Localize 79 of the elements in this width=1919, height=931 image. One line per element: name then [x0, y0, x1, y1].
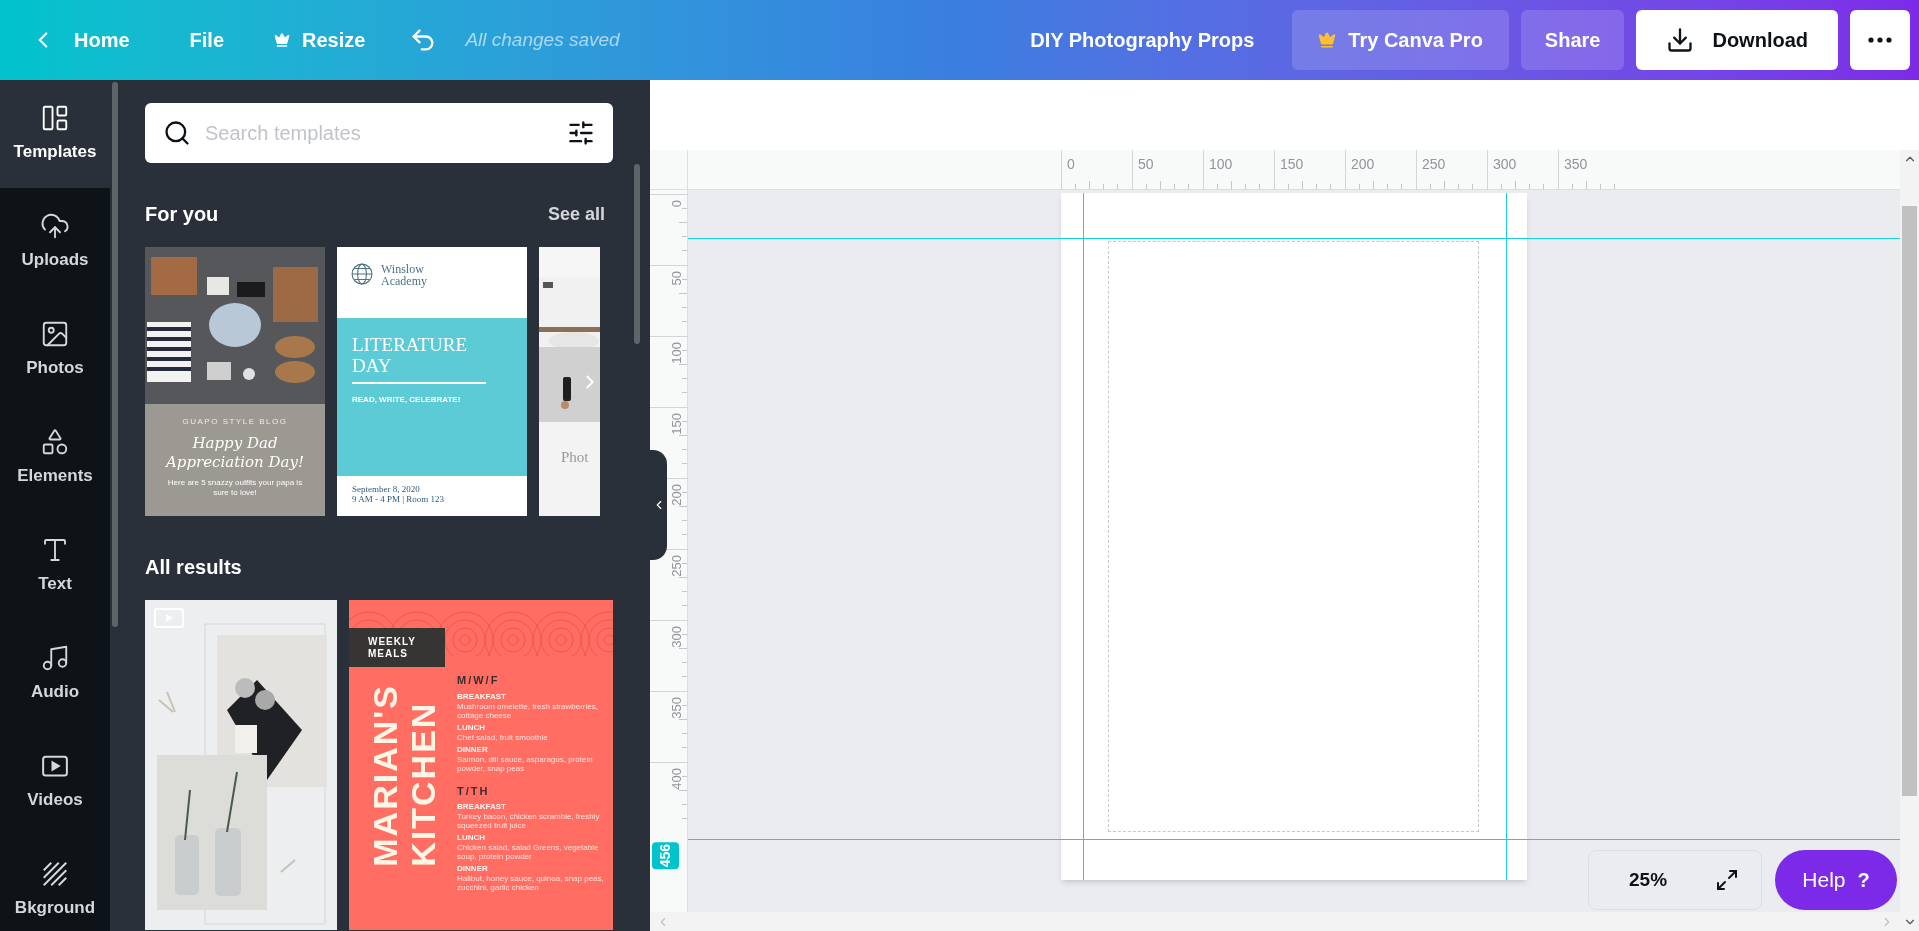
section-title: For you — [145, 202, 219, 227]
globe-icon — [351, 263, 373, 285]
horizontal-scrollbar[interactable] — [650, 912, 1900, 931]
ruler-label: 250 — [669, 555, 684, 577]
ruler-label: 150 — [1280, 155, 1304, 174]
ruler-label: 350 — [1564, 155, 1588, 174]
section-title: All results — [145, 555, 243, 580]
sidebar-item[interactable]: Videos — [0, 728, 110, 836]
expand-icon[interactable] — [1715, 868, 1739, 892]
template-tagline: GUAPO STYLE BLOG — [182, 416, 288, 428]
share-button[interactable]: Share — [1520, 10, 1625, 70]
ruler-label: 200 — [669, 484, 684, 506]
menu-meal: BREAKFAST — [457, 802, 507, 812]
template-caption: Phot — [561, 448, 590, 467]
template-title: KITCHEN — [405, 700, 441, 867]
sidebar-item[interactable]: Photos — [0, 296, 110, 404]
sidebar-item[interactable]: Text — [0, 512, 110, 620]
ruler-label: 0 — [669, 200, 684, 208]
template-subtitle: READ, WRITE, CELEBRATE! — [352, 394, 462, 406]
ruler-label: 350 — [669, 697, 684, 719]
menu-items: Chef salad, fruit smoothie — [457, 732, 549, 742]
template-text: Here are 5 snazzy outfits your papa is sure to love! — [166, 478, 304, 498]
ruler-label: 0 — [1067, 155, 1075, 174]
crown-icon — [274, 32, 291, 48]
menu-days: T/TH — [457, 782, 609, 799]
zoom-level[interactable]: 25% — [1629, 865, 1668, 895]
template-time: 9 AM - 4 PM | Room 123 — [352, 494, 446, 504]
menu-meal: LUNCH — [457, 833, 486, 843]
sidebar-item[interactable]: Audio — [0, 620, 110, 728]
menu-items: Turkey bacon, chicken scramble, freshly squeezed fruit juice — [457, 812, 601, 830]
menu-meal: BREAKFAST — [457, 691, 507, 702]
ruler-label: 400 — [669, 768, 684, 790]
menu-meal: DINNER — [457, 744, 489, 755]
ruler-label: 300 — [1493, 155, 1517, 174]
ruler-label: 150 — [669, 413, 684, 435]
more-icon — [1868, 37, 1892, 43]
menu-meal: DINNER — [457, 864, 489, 874]
ruler-label: 50 — [1138, 155, 1154, 174]
download-icon — [1666, 26, 1695, 54]
filter-icon — [567, 119, 595, 147]
design-title: DIY Photography Props — [1030, 28, 1255, 53]
vertical-scrollbar[interactable] — [1900, 150, 1919, 931]
ruler-label: 100 — [669, 342, 684, 364]
menu-items: Mushroom omelette, fresh strawberries, cottage cheese — [457, 701, 599, 720]
ruler-label: 100 — [1209, 155, 1233, 174]
try-pro-button[interactable]: Try Canva Pro — [1292, 10, 1509, 70]
help-button[interactable]: Help ? — [1775, 850, 1897, 910]
template-title: Happy Dad Appreciation Day! — [164, 434, 305, 472]
sidebar-item[interactable]: Bkground — [0, 836, 110, 931]
search-bar[interactable]: Search templates — [145, 103, 613, 163]
save-status: All changes saved — [465, 27, 620, 52]
sidebar-item[interactable]: Elements — [0, 404, 110, 512]
template-badge: WEEKLY MEALS — [349, 628, 445, 667]
menu-items: Halibut, honey sauce, quinoa, snap peas, zucchini, garlic chicken — [457, 874, 605, 892]
template-logo: Winslow Academy — [381, 263, 428, 287]
ruler-label: 250 — [1422, 155, 1446, 174]
sidebar-item[interactable]: Uploads — [0, 188, 110, 296]
menu-meal: LUNCH — [457, 722, 486, 733]
guide-position-badge: 456 — [652, 842, 679, 870]
help-icon: ? — [1857, 865, 1870, 895]
search-field[interactable]: Search templates — [205, 118, 553, 148]
search-icon — [163, 119, 191, 147]
crown-icon — [1318, 31, 1337, 49]
more-button[interactable] — [1850, 10, 1910, 70]
collapse-panel-handle[interactable] — [650, 450, 667, 560]
template-title: LITERATURE DAY — [352, 334, 469, 376]
menu-items: Salmon, dill sauce, asparagus, protein powder, snap peas — [457, 754, 594, 773]
template-title: MARIAN'S — [367, 684, 403, 867]
ruler-label: 50 — [669, 271, 684, 286]
see-all-link[interactable]: See all — [547, 200, 605, 228]
sidebar-item[interactable]: Templates — [0, 80, 110, 188]
template-date: September 8, 2020 — [352, 484, 421, 494]
ruler-label: 200 — [1351, 155, 1375, 174]
download-button[interactable]: Download — [1636, 10, 1838, 70]
menu-days: M/W/F — [457, 672, 609, 689]
template-card[interactable] — [349, 600, 613, 930]
ruler-label: 300 — [669, 626, 684, 648]
template-card[interactable]: Winslow Academy LITERATURE DAY READ, WRITE, CELEBRATE! September 8, 2020 9 AM - 4 PM | Room 123 — [337, 247, 527, 516]
menu-items: Chicken salad, salad Greens, vegetable soup, protein powder — [457, 843, 600, 861]
